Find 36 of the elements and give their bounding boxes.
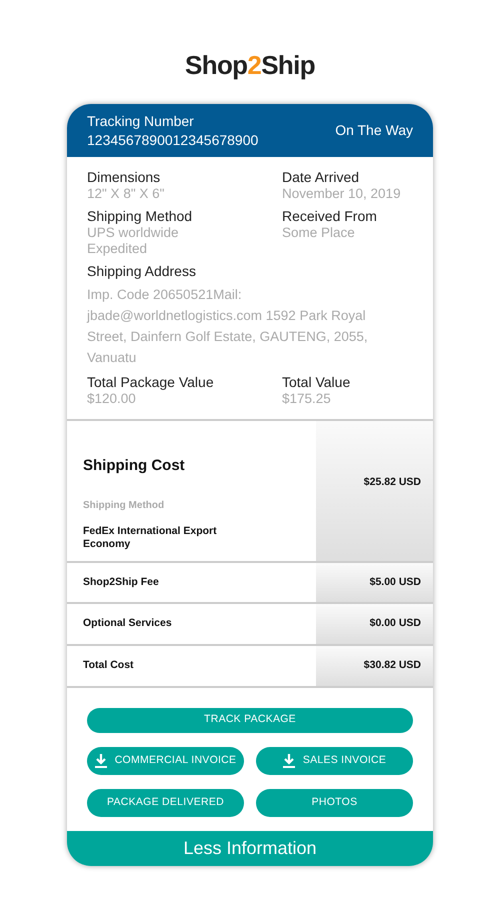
detail-label: Shipping Method (87, 208, 194, 225)
cost-amount: $30.82 USD (364, 658, 421, 673)
detail-label: Date Arrived (282, 169, 360, 186)
detail-value: UPS worldwide Expedited (87, 225, 180, 257)
download-icon (94, 754, 107, 768)
cost-label: FedEx International Export Economy (83, 524, 218, 550)
detail-label: Dimensions (87, 169, 162, 186)
detail-value: November 10, 2019 (282, 186, 402, 202)
logo: Shop2Ship (185, 52, 315, 78)
cost-subtitle: Shipping Method (83, 498, 166, 512)
action-button[interactable]: PHOTOS (256, 788, 413, 817)
cost-amount: $25.82 USD (364, 475, 421, 490)
download-icon (282, 754, 295, 768)
cost-amount: $5.00 USD (370, 574, 421, 590)
tracking-label: Tracking Number (87, 112, 195, 130)
less-information-button[interactable]: Less Information (67, 830, 433, 866)
detail-value: 12" X 8" X 6" (87, 186, 166, 202)
action-button[interactable]: PACKAGE DELIVERED (87, 788, 244, 817)
detail-label: Total Package Value (87, 374, 215, 391)
cost-label: Shop2Ship Fee (83, 574, 160, 590)
action-button[interactable]: SALES INVOICE (256, 746, 413, 775)
tracking-number: 1234567890012345678900 (87, 130, 258, 150)
cost-label: Optional Services (83, 616, 173, 632)
detail-value: Some Place (282, 225, 356, 241)
action-button[interactable]: TRACK PACKAGE (87, 708, 413, 733)
action-button[interactable]: COMMERCIAL INVOICE (87, 746, 244, 775)
cost-title: Shipping Cost (83, 456, 186, 476)
detail-value: Imp. Code 20650521Mail: jbade@worldnetlogistics.com 1592 Park Royal Street, Dainfern Golf Estate, GAUTENG, 2055, Vanuatu (87, 286, 369, 367)
detail-value: $175.25 (282, 391, 332, 407)
cost-label: Total Cost (83, 658, 135, 673)
status-text: On The Way (335, 121, 413, 140)
cost-amount: $0.00 USD (370, 616, 421, 632)
detail-value: $120.00 (87, 391, 137, 407)
detail-label: Total Value (282, 374, 352, 391)
detail-label: Received From (282, 208, 378, 225)
detail-label: Shipping Address (87, 263, 197, 280)
